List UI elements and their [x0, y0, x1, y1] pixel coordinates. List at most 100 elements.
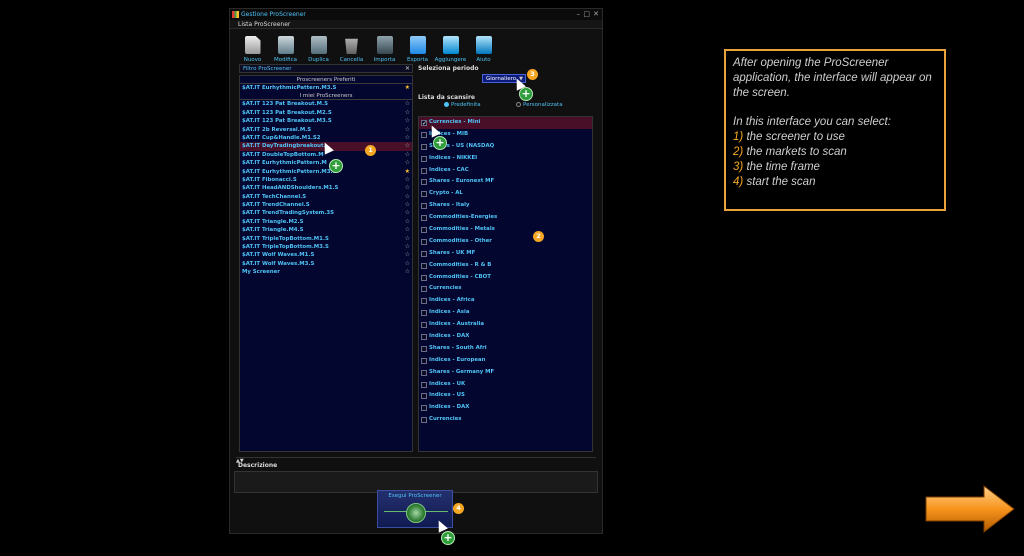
list-item[interactable]: $AT.IT EurhythmicPattern.M3.S ★ [240, 168, 412, 176]
checkbox[interactable] [421, 238, 427, 245]
checkbox[interactable] [421, 286, 427, 293]
list-item[interactable]: $AT.IT TrendChannel.S ☆ [240, 201, 412, 209]
star-icon[interactable]: ☆ [405, 226, 410, 234]
list-item[interactable]: $AT.IT EurhythmicPattern.M3.S ★ [240, 84, 412, 92]
market-item[interactable]: Shares - Italy [419, 200, 592, 212]
checkbox[interactable] [421, 167, 427, 174]
checkbox[interactable] [421, 345, 427, 352]
list-item[interactable]: $AT.IT Fibonacci.S ☆ [240, 176, 412, 184]
list-item[interactable]: $AT.IT EurhythmicPattern.M ☆ [240, 159, 412, 167]
list-item[interactable]: $AT.IT 123 Pat Breakout.M2.S ☆ [240, 109, 412, 117]
star-icon[interactable]: ☆ [405, 126, 410, 134]
star-icon[interactable]: ☆ [405, 176, 410, 184]
filter-input[interactable]: Filtro ProScreener ✕ [239, 64, 413, 73]
list-item[interactable]: My Screener ☆ [240, 268, 412, 276]
close-icon[interactable]: ✕ [593, 9, 599, 20]
star-icon[interactable]: ☆ [405, 243, 410, 251]
list-item[interactable]: $AT.IT Triangle.M4.S ☆ [240, 226, 412, 234]
market-item[interactable]: Indices - Australia [419, 319, 592, 331]
checkbox[interactable] [421, 203, 427, 210]
star-icon[interactable]: ★ [405, 168, 410, 176]
star-icon[interactable]: ☆ [405, 142, 410, 150]
market-item[interactable]: Shares - UK MF [419, 248, 592, 260]
star-icon[interactable]: ☆ [405, 235, 410, 243]
market-item[interactable]: Indices - CAC [419, 165, 592, 177]
star-icon[interactable]: ☆ [405, 193, 410, 201]
checkbox[interactable] [421, 250, 427, 257]
list-item[interactable]: $AT.IT TrendTradingSystem.3S ☆ [240, 209, 412, 217]
checkbox[interactable]: ✓ [421, 120, 427, 127]
market-item[interactable]: Shares - South Afri [419, 343, 592, 355]
market-item[interactable]: Currencies [419, 414, 592, 426]
star-icon[interactable]: ☆ [405, 134, 410, 142]
list-item[interactable]: $AT.IT 123 Pat Breakout.M.S ☆ [240, 100, 412, 108]
checkbox[interactable] [421, 227, 427, 234]
list-item[interactable]: $AT.IT 2b Reversal.M.S ☆ [240, 126, 412, 134]
radio-custom[interactable]: Personalizzata [516, 102, 563, 108]
market-item[interactable]: Indices - Asia [419, 307, 592, 319]
checkbox[interactable] [421, 334, 427, 341]
checkbox[interactable] [421, 155, 427, 162]
market-item[interactable]: Commodities - Metals [419, 224, 592, 236]
market-item[interactable]: Commodities - R & B [419, 260, 592, 272]
star-icon[interactable]: ☆ [405, 100, 410, 108]
star-icon[interactable]: ☆ [405, 184, 410, 192]
star-icon[interactable]: ☆ [405, 117, 410, 125]
star-icon[interactable]: ☆ [405, 251, 410, 259]
checkbox[interactable] [421, 405, 427, 412]
market-item[interactable]: Indices - NIKKEI [419, 153, 592, 165]
checkbox[interactable] [421, 298, 427, 305]
market-item[interactable]: ✓ Currencies - Mini [419, 117, 592, 129]
list-item[interactable]: $AT.IT 123 Pat Breakout.M3.S ☆ [240, 117, 412, 125]
list-item[interactable]: $AT.IT TechChannel.S ☆ [240, 193, 412, 201]
list-item[interactable]: $AT.IT Wolf Waves.M1.S ☆ [240, 251, 412, 259]
minimize-icon[interactable]: – [577, 9, 581, 20]
market-item[interactable]: Crypto - AL [419, 188, 592, 200]
market-item[interactable]: Currencies [419, 283, 592, 295]
maximize-icon[interactable]: □ [583, 9, 590, 20]
splitter[interactable]: ▲▼ [236, 457, 596, 464]
market-item[interactable]: Shares - Germany MF [419, 367, 592, 379]
list-item[interactable]: $AT.IT Triangle.M2.S ☆ [240, 218, 412, 226]
star-icon[interactable]: ☆ [405, 151, 410, 159]
star-icon[interactable]: ☆ [405, 260, 410, 268]
checkbox[interactable] [421, 274, 427, 281]
checkbox[interactable] [421, 143, 427, 150]
checkbox[interactable] [421, 310, 427, 317]
market-item[interactable]: Commodities - CBOT [419, 272, 592, 284]
market-item[interactable]: Commodities-Energies [419, 212, 592, 224]
market-item[interactable]: Shares - Euronext MF [419, 176, 592, 188]
list-item[interactable]: $AT.IT TripleTopBottom.M3.S ☆ [240, 243, 412, 251]
star-icon[interactable]: ☆ [405, 109, 410, 117]
star-icon[interactable]: ☆ [405, 159, 410, 167]
market-item[interactable]: Indices - DAX [419, 331, 592, 343]
star-icon[interactable]: ☆ [405, 201, 410, 209]
checkbox[interactable] [421, 322, 427, 329]
checkbox[interactable] [421, 179, 427, 186]
market-item[interactable]: Indices - DAX [419, 402, 592, 414]
next-arrow-icon[interactable] [924, 484, 1016, 534]
market-item[interactable]: Indices - Africa [419, 295, 592, 307]
market-item[interactable]: Indices - UK [419, 379, 592, 391]
checkbox[interactable] [421, 191, 427, 198]
market-item[interactable]: Commodities - Other [419, 236, 592, 248]
star-icon[interactable]: ☆ [405, 209, 410, 217]
star-icon[interactable]: ☆ [405, 268, 410, 276]
radio-default[interactable]: Predefinita [444, 102, 481, 108]
market-item[interactable]: Indices - US [419, 390, 592, 402]
list-item[interactable]: $AT.IT HeadANDShoulders.M1.S ☆ [240, 184, 412, 192]
market-item[interactable]: Indices - European [419, 355, 592, 367]
list-item[interactable]: $AT.IT TripleTopBottom.M1.S ☆ [240, 235, 412, 243]
clear-filter-icon[interactable]: ✕ [405, 65, 410, 73]
checkbox[interactable] [421, 262, 427, 269]
checkbox[interactable] [421, 131, 427, 138]
star-icon[interactable]: ☆ [405, 218, 410, 226]
checkbox[interactable] [421, 417, 427, 424]
checkbox[interactable] [421, 381, 427, 388]
star-icon[interactable]: ★ [405, 84, 410, 92]
checkbox[interactable] [421, 393, 427, 400]
list-item[interactable]: $AT.IT Wolf Waves.M3.S ☆ [240, 260, 412, 268]
checkbox[interactable] [421, 215, 427, 222]
checkbox[interactable] [421, 369, 427, 376]
checkbox[interactable] [421, 357, 427, 364]
